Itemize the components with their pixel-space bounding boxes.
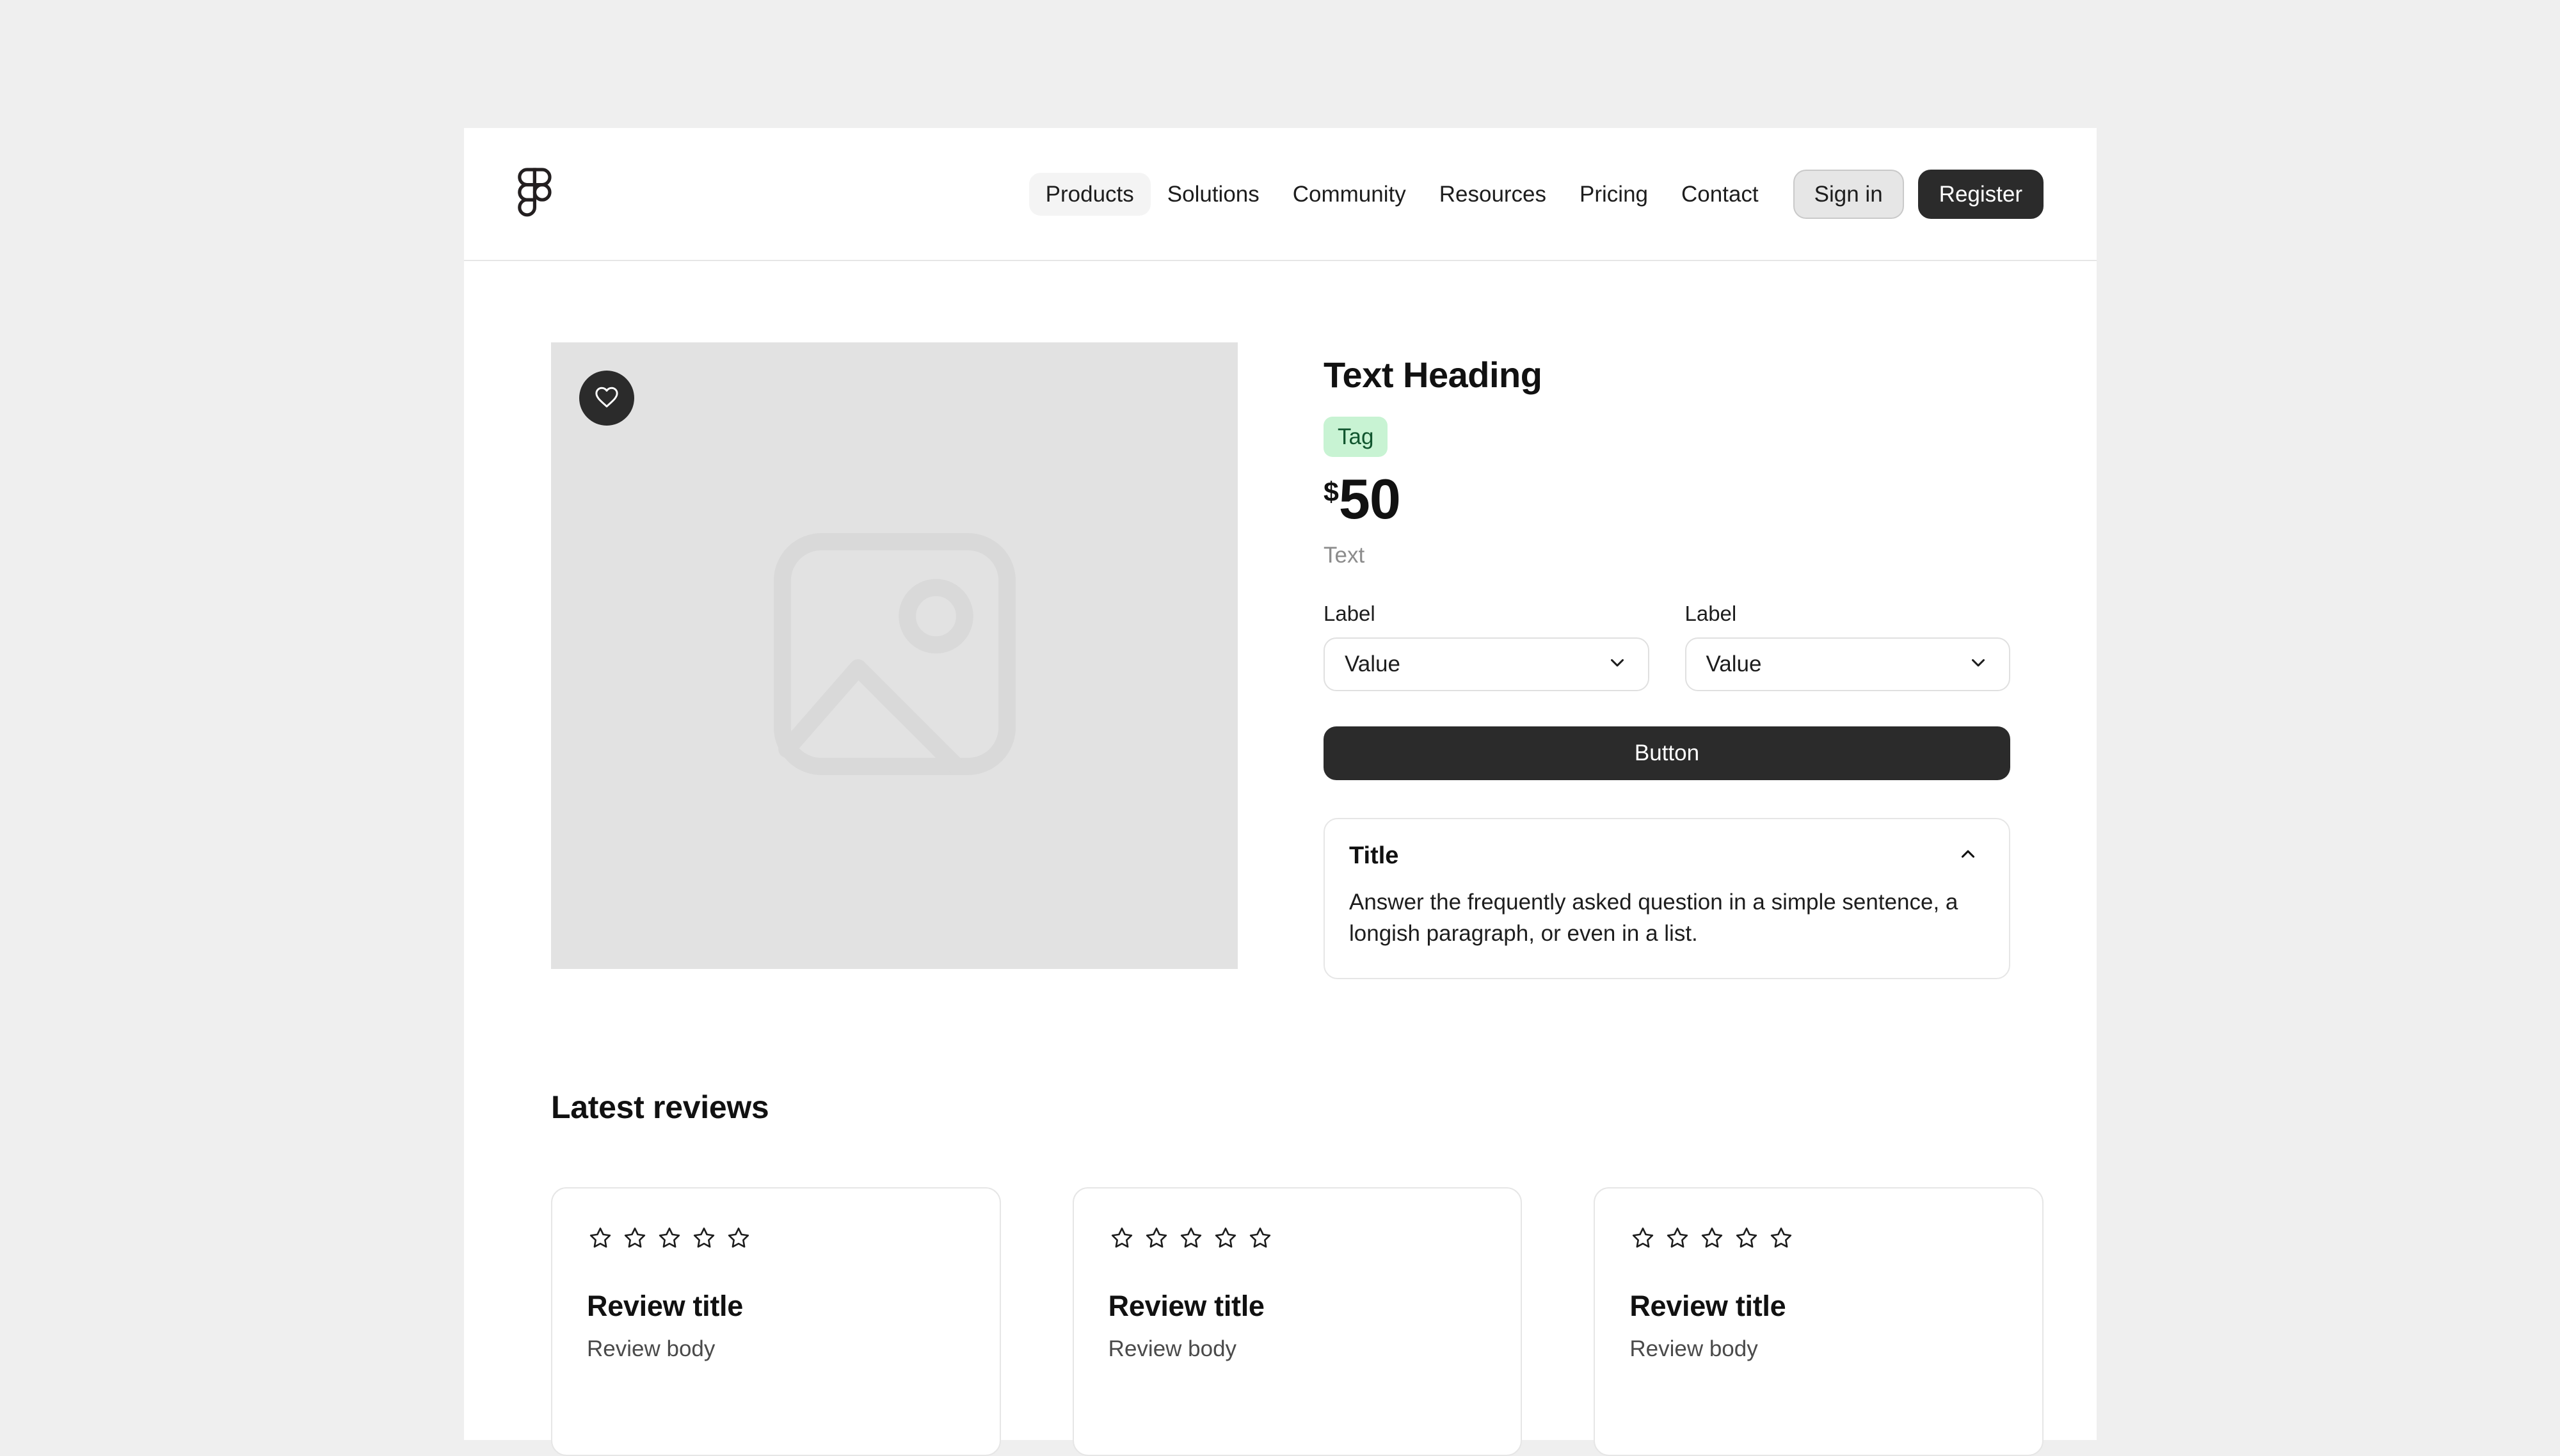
review-card: Review title Review body — [551, 1187, 1001, 1456]
review-body: Review body — [587, 1336, 716, 1361]
chevron-down-icon — [1967, 652, 1989, 676]
faq-accordion-header[interactable]: Title — [1349, 844, 1979, 868]
review-card: Review title Review body — [1072, 1187, 1523, 1456]
star-outline-icon[interactable] — [1212, 1225, 1239, 1252]
image-placeholder-icon — [757, 516, 1032, 795]
reviews-grid: Review title Review body Review title Re… — [551, 1187, 2044, 1456]
option-group-1: Label Value — [1324, 603, 1649, 691]
star-outline-icon[interactable] — [1108, 1225, 1135, 1252]
product-details: Text Heading Tag $ 50 Text Label Value L… — [1324, 342, 2010, 979]
nav-item-resources[interactable]: Resources — [1423, 173, 1563, 216]
nav-item-solutions[interactable]: Solutions — [1151, 173, 1276, 216]
primary-button-label: Button — [1634, 740, 1700, 766]
review-title: Review title — [587, 1289, 743, 1322]
star-outline-icon[interactable] — [691, 1225, 717, 1252]
main-navigation: Products Solutions Community Resources P… — [1028, 169, 2044, 219]
option-select-2[interactable]: Value — [1684, 637, 2010, 691]
faq-accordion-body: Answer the frequently asked question in … — [1349, 889, 1958, 947]
option-select-1-value: Value — [1345, 652, 1400, 677]
rating-stars[interactable] — [587, 1225, 965, 1252]
favorite-button[interactable] — [579, 371, 634, 426]
product-image[interactable] — [551, 342, 1238, 969]
option-select-2-value: Value — [1706, 652, 1762, 677]
review-card: Review title Review body — [1594, 1187, 2044, 1456]
price-amount: 50 — [1338, 467, 1401, 531]
product-tag-badge: Tag — [1324, 416, 1388, 457]
product-section: Text Heading Tag $ 50 Text Label Value L… — [464, 261, 2097, 979]
star-outline-icon[interactable] — [1629, 1225, 1656, 1252]
star-outline-icon[interactable] — [1143, 1225, 1170, 1252]
rating-stars[interactable] — [1629, 1225, 2008, 1252]
reviews-section: Latest reviews Review title Review body — [464, 1091, 2097, 1456]
faq-accordion: Title Answer the frequently asked questi… — [1324, 817, 2010, 979]
star-outline-icon[interactable] — [1247, 1225, 1274, 1252]
register-button[interactable]: Register — [1917, 169, 2044, 219]
star-outline-icon[interactable] — [656, 1225, 683, 1252]
star-outline-icon[interactable] — [1664, 1225, 1691, 1252]
star-outline-icon[interactable] — [1699, 1225, 1725, 1252]
brand-logo[interactable] — [517, 168, 553, 220]
faq-accordion-title: Title — [1349, 842, 1399, 870]
option-label-1: Label — [1324, 601, 1375, 625]
heart-icon — [593, 383, 621, 414]
add-to-cart-button[interactable]: Button — [1324, 726, 2010, 780]
reviews-heading: Latest reviews — [551, 1089, 769, 1125]
product-price: $ 50 — [1324, 467, 2010, 531]
review-title: Review title — [1108, 1289, 1265, 1322]
site-header: Products Solutions Community Resources P… — [464, 128, 2097, 261]
page-canvas: Products Solutions Community Resources P… — [464, 128, 2097, 1456]
option-select-1[interactable]: Value — [1324, 637, 1649, 691]
star-outline-icon[interactable] — [1178, 1225, 1204, 1252]
nav-item-contact[interactable]: Contact — [1665, 173, 1775, 216]
star-outline-icon[interactable] — [1733, 1225, 1760, 1252]
price-currency-symbol: $ — [1324, 476, 1339, 508]
option-group-2: Label Value — [1684, 601, 2010, 691]
nav-item-community[interactable]: Community — [1276, 173, 1423, 216]
figma-logo-icon — [517, 168, 553, 220]
review-title: Review title — [1629, 1289, 1786, 1322]
rating-stars[interactable] — [1108, 1225, 1487, 1252]
review-body: Review body — [1629, 1336, 1758, 1361]
product-subtext: Text — [1324, 542, 1365, 568]
product-heading: Text Heading — [1324, 355, 1542, 395]
star-outline-icon[interactable] — [587, 1225, 614, 1252]
nav-item-products[interactable]: Products — [1028, 172, 1151, 216]
star-outline-icon[interactable] — [621, 1225, 648, 1252]
product-options: Label Value Label Value — [1324, 603, 2010, 691]
star-outline-icon[interactable] — [725, 1225, 752, 1252]
product-gallery — [551, 342, 1238, 969]
chevron-up-icon[interactable] — [1957, 844, 1979, 868]
chevron-down-icon — [1606, 652, 1628, 676]
nav-item-pricing[interactable]: Pricing — [1563, 173, 1665, 216]
sign-in-button[interactable]: Sign in — [1793, 169, 1904, 219]
option-label-2: Label — [1684, 601, 1737, 625]
star-outline-icon[interactable] — [1768, 1225, 1795, 1252]
review-body: Review body — [1108, 1336, 1237, 1361]
